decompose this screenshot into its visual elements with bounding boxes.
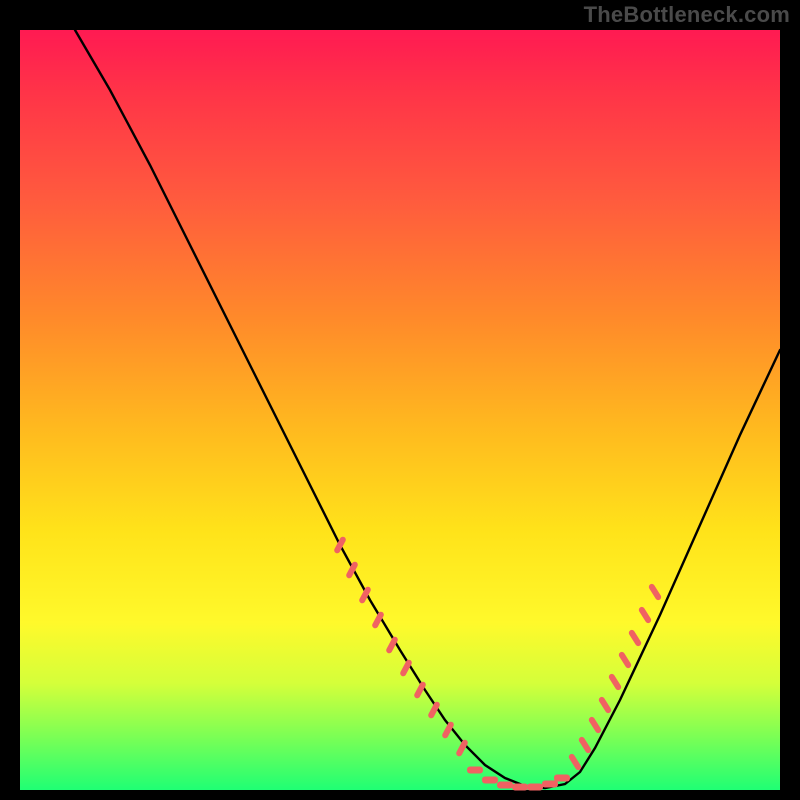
curve-marker <box>467 767 483 774</box>
watermark-label: TheBottleneck.com <box>584 2 790 28</box>
curve-marker <box>638 606 653 624</box>
curve-markers-bottom <box>467 767 570 791</box>
curve-marker <box>608 673 623 691</box>
curve-marker <box>497 782 513 789</box>
curve-markers-left <box>333 536 469 758</box>
curve-marker <box>568 753 583 771</box>
curve-marker <box>618 651 633 669</box>
chart-plot-area <box>20 30 780 790</box>
curve-marker <box>648 583 663 601</box>
curve-marker <box>628 629 643 647</box>
curve-line <box>75 30 780 788</box>
curve-marker <box>598 696 613 714</box>
curve-marker <box>482 777 498 784</box>
curve-marker <box>578 736 593 754</box>
curve-markers-right <box>568 583 663 771</box>
curve-marker <box>512 784 528 791</box>
chart-frame: TheBottleneck.com <box>0 0 800 800</box>
curve-marker <box>554 775 570 782</box>
curve-marker <box>588 716 603 734</box>
curve-marker <box>542 781 558 788</box>
curve-marker <box>527 784 543 791</box>
chart-svg <box>20 30 780 790</box>
